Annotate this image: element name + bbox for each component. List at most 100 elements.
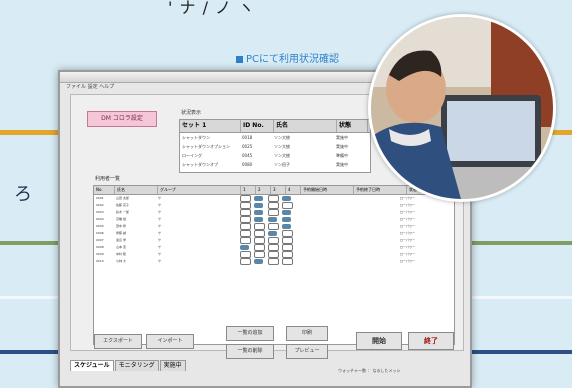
empty-mark-icon[interactable]: [240, 237, 251, 244]
selected-mark-icon[interactable]: [240, 245, 249, 250]
empty-mark-icon[interactable]: [240, 258, 251, 265]
selected-mark-icon[interactable]: [268, 231, 277, 236]
color-settings-button[interactable]: DM コロラ設定: [87, 111, 157, 127]
table-row[interactable]: シャットダウンオプション 0025 ソン大統 実施中: [180, 142, 370, 151]
empty-mark-icon[interactable]: [240, 195, 251, 202]
column-header[interactable]: グループ: [158, 186, 241, 194]
export-button[interactable]: エクスポート: [94, 334, 142, 349]
column-header[interactable]: 予約終了日時: [354, 186, 407, 194]
table-row[interactable]: 0009 中村 聡 サ ローパワー: [94, 251, 454, 258]
column-header[interactable]: 4: [286, 186, 301, 194]
table-row[interactable]: 0004 高橋 健 サ ローパワー: [94, 216, 454, 223]
empty-mark-icon[interactable]: [268, 251, 279, 258]
empty-mark-icon[interactable]: [254, 251, 265, 258]
column-header[interactable]: No.: [94, 186, 115, 194]
empty-mark-icon[interactable]: [254, 244, 265, 251]
table-cell: ソン田子: [274, 162, 290, 167]
table-row[interactable]: 0007 渡辺 学 サ ローパワー: [94, 237, 454, 244]
empty-mark-icon[interactable]: [282, 244, 293, 251]
mark-cell: [280, 244, 294, 251]
table-row[interactable]: 0008 山本 恵 サ ローパワー: [94, 244, 454, 251]
end-datetime-cell: [346, 251, 398, 258]
selected-mark-icon[interactable]: [254, 259, 263, 264]
empty-mark-icon[interactable]: [240, 216, 251, 223]
empty-mark-icon[interactable]: [282, 258, 293, 265]
end-button[interactable]: 終了: [408, 332, 454, 350]
start-button[interactable]: 開始: [356, 332, 402, 350]
user-name-cell: 山田 太郎: [116, 196, 129, 200]
selected-mark-icon[interactable]: [254, 203, 263, 208]
table-cell: 0025: [242, 144, 253, 149]
empty-mark-icon[interactable]: [282, 251, 293, 258]
empty-mark-icon[interactable]: [240, 202, 251, 209]
empty-mark-icon[interactable]: [240, 230, 251, 237]
empty-mark-icon[interactable]: [282, 237, 293, 244]
status-cell: ローパワー: [400, 217, 415, 221]
selected-mark-icon[interactable]: [254, 196, 263, 201]
selected-mark-icon[interactable]: [254, 210, 263, 215]
user-name-cell: 山本 恵: [116, 245, 126, 249]
preview-button[interactable]: プレビュー: [286, 344, 328, 359]
selected-mark-icon[interactable]: [282, 224, 291, 229]
tab-schedule[interactable]: スケジュール: [70, 360, 114, 371]
table-row[interactable]: 0002 佐藤 花子 サ ローパワー: [94, 202, 454, 209]
empty-mark-icon[interactable]: [268, 202, 279, 209]
column-header[interactable]: セット 1: [180, 120, 241, 132]
column-header[interactable]: 状態: [337, 120, 368, 132]
status-cell: ローパワー: [400, 203, 415, 207]
group-cell: サ: [158, 210, 162, 214]
table-row[interactable]: ローイング 0045 ソン大統 準備中: [180, 151, 370, 160]
table-cell: ローイング: [182, 153, 202, 158]
empty-mark-icon[interactable]: [254, 223, 265, 230]
selected-mark-icon[interactable]: [268, 217, 277, 222]
table-cell: ソン大統: [274, 153, 290, 158]
table-row[interactable]: シャットダウンオプ 0080 ソン田子 実施中: [180, 160, 370, 169]
empty-mark-icon[interactable]: [268, 237, 279, 244]
empty-mark-icon[interactable]: [268, 244, 279, 251]
add-list-button[interactable]: 一覧の追加: [226, 326, 274, 341]
mark-cell: [238, 251, 252, 258]
user-number-cell: 0004: [96, 217, 104, 221]
column-header[interactable]: ID No.: [241, 120, 274, 132]
mark-cell: [280, 237, 294, 244]
column-header[interactable]: 3: [271, 186, 286, 194]
empty-mark-icon[interactable]: [240, 251, 251, 258]
table-row[interactable]: 0010 小林 大 サ ローパワー: [94, 258, 454, 265]
status-table-header: セット 1 ID No. 氏名 状態: [180, 120, 370, 133]
import-button[interactable]: インポート: [146, 334, 194, 349]
empty-mark-icon[interactable]: [268, 258, 279, 265]
table-row[interactable]: 0001 山田 太郎サローパワー: [94, 195, 454, 202]
empty-mark-icon[interactable]: [254, 230, 265, 237]
tab-in-progress[interactable]: 実施中: [159, 360, 186, 371]
empty-mark-icon[interactable]: [268, 223, 279, 230]
empty-mark-icon[interactable]: [268, 195, 279, 202]
selected-mark-icon[interactable]: [254, 217, 263, 222]
empty-mark-icon[interactable]: [268, 209, 279, 216]
caption: PCにて利用状況確認: [236, 50, 339, 65]
table-row[interactable]: 0006 伊藤 誠 サ ローパワー: [94, 230, 454, 237]
end-datetime-cell: [346, 223, 398, 230]
selected-mark-icon[interactable]: [282, 196, 291, 201]
empty-mark-icon[interactable]: [282, 202, 293, 209]
empty-mark-icon[interactable]: [240, 223, 251, 230]
user-number-cell: 0007: [96, 238, 104, 242]
empty-mark-icon[interactable]: [254, 237, 265, 244]
table-row[interactable]: 0003 鈴木 一郎 サ ローパワー: [94, 209, 454, 216]
selected-mark-icon[interactable]: [282, 217, 291, 222]
print-button[interactable]: 印刷: [286, 326, 328, 341]
selected-mark-icon[interactable]: [282, 210, 291, 215]
delete-list-button[interactable]: 一覧の削除: [226, 344, 274, 359]
column-header[interactable]: 氏名: [115, 186, 158, 194]
column-header[interactable]: 氏名: [274, 120, 337, 132]
column-header[interactable]: 1: [241, 186, 256, 194]
column-header[interactable]: 2: [256, 186, 271, 194]
table-row[interactable]: 0005 田中 修 サ ローパワー: [94, 223, 454, 230]
empty-mark-icon[interactable]: [240, 209, 251, 216]
tab-monitoring[interactable]: モニタリング: [114, 360, 159, 371]
end-datetime-cell: [346, 202, 398, 209]
column-header[interactable]: 予約開始日時: [301, 186, 354, 194]
user-name-cell: 中村 聡: [116, 252, 126, 256]
table-row[interactable]: シャットダウン 0018 ソン大統 実施中: [180, 133, 370, 142]
empty-mark-icon[interactable]: [282, 230, 293, 237]
table-cell: シャットダウン: [182, 135, 210, 140]
